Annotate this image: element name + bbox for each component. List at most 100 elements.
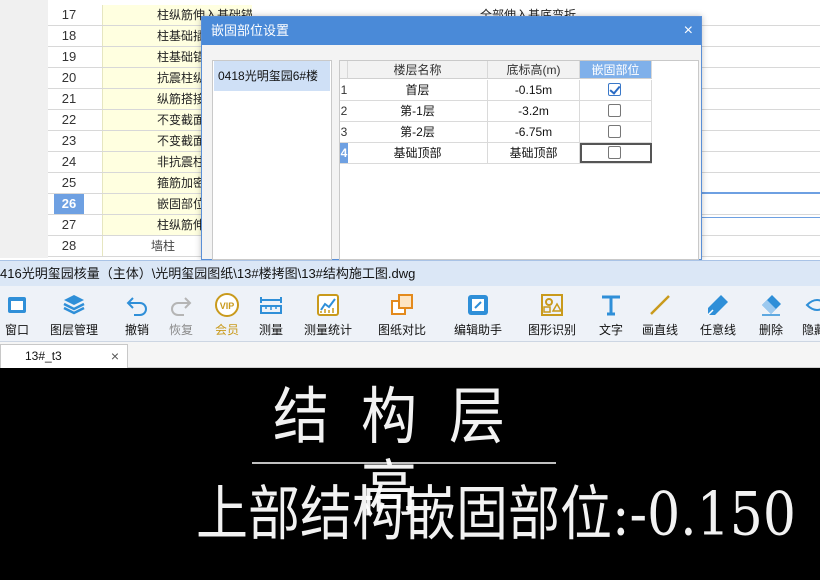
hide-button[interactable]: 隐藏 (800, 288, 820, 340)
text-icon (602, 295, 620, 316)
compare-button[interactable]: 图纸对比 (376, 288, 428, 340)
compare-label: 图纸对比 (377, 323, 426, 337)
embed-cell-focused[interactable] (580, 143, 652, 163)
edit-assistant-label: 编辑助手 (453, 323, 502, 337)
hide-label: 隐藏 (802, 323, 820, 337)
row-number: 22 (61, 112, 77, 127)
column-header-floor: 楼层名称 (348, 61, 488, 79)
row-number: 20 (61, 70, 77, 85)
floor-name: 第-2层 (348, 122, 488, 142)
row-number: 3 (340, 125, 348, 139)
embed-checkbox[interactable] (608, 146, 621, 159)
floor-name: 第-1层 (348, 101, 488, 121)
measure-button[interactable]: 测量 (254, 288, 288, 340)
embed-position-dialog: 嵌固部位设置 × 0418光明玺园6#楼 楼层名称 底标高(m) 嵌固部位 1 … (201, 16, 702, 260)
row-number: 24 (61, 154, 77, 169)
floor-name: 首层 (348, 80, 488, 100)
drawing-subtitle: 上部结构嵌固部位:-0.150 (196, 480, 796, 550)
row-number: 2 (340, 104, 348, 118)
row-number: 27 (61, 217, 77, 232)
embed-cell[interactable] (580, 122, 652, 142)
delete-button[interactable]: 删除 (754, 288, 788, 340)
freehand-icon (707, 295, 728, 316)
measure-label: 测量 (258, 323, 283, 337)
eraser-icon (762, 295, 781, 316)
vip-icon: VIP (215, 293, 239, 317)
window-label: 窗口 (4, 323, 29, 337)
row-number: 25 (61, 175, 77, 190)
line-icon (650, 295, 670, 315)
redo-button[interactable]: 恢复 (164, 288, 198, 340)
embed-cell[interactable] (580, 80, 652, 100)
vip-button[interactable]: VIP 会员 (210, 288, 244, 340)
delete-label: 删除 (758, 323, 783, 337)
file-path-bar: 416光明玺园核量（主体）\光明玺园图纸\13#楼拷图\13#结构施工图.dwg (0, 260, 820, 286)
floor-elevation[interactable]: -6.75m (488, 122, 580, 142)
freehand-button[interactable]: 任意线 (698, 288, 738, 340)
tab-document[interactable]: 13#_t3 × (0, 344, 128, 368)
row-number: 19 (61, 49, 77, 64)
floor-name: 基础顶部 (348, 143, 488, 163)
row-number: 26 (54, 194, 84, 214)
window-icon (8, 297, 26, 313)
row-number: 18 (61, 28, 77, 43)
row-number: 1 (340, 83, 348, 97)
layer-manager-button[interactable]: 图层管理 (46, 288, 102, 340)
measure-stats-button[interactable]: 测量统计 (302, 288, 354, 340)
table-gutter (0, 0, 48, 258)
draw-line-button[interactable]: 画直线 (640, 288, 680, 340)
shape-recognize-button[interactable]: 图形识别 (526, 288, 578, 340)
row-number: 17 (61, 7, 77, 22)
embed-checkbox[interactable] (608, 83, 621, 96)
tab-close-icon[interactable]: × (111, 345, 119, 367)
svg-text:VIP: VIP (220, 301, 235, 311)
draw-line-label: 画直线 (641, 323, 678, 337)
floor-elevation[interactable]: 基础顶部 (488, 143, 580, 163)
redo-label: 恢复 (168, 323, 193, 337)
floor-elevation[interactable]: -0.15m (488, 80, 580, 100)
undo-icon (126, 297, 147, 316)
undo-label: 撤销 (124, 323, 149, 337)
embed-checkbox[interactable] (608, 125, 621, 138)
tab-document-label: 13#_t3 (25, 349, 62, 363)
close-icon[interactable]: × (684, 17, 693, 45)
floor-table: 楼层名称 底标高(m) 嵌固部位 1 首层 -0.15m 2 第-1层 -3.2… (339, 60, 699, 260)
dialog-body: 0418光明玺园6#楼 楼层名称 底标高(m) 嵌固部位 1 首层 -0.15m… (202, 45, 701, 260)
embed-checkbox[interactable] (608, 104, 621, 117)
freehand-label: 任意线 (699, 323, 736, 337)
compare-icon (391, 294, 413, 315)
redo-icon (171, 297, 192, 316)
project-item[interactable]: 0418光明玺园6#楼 (214, 61, 330, 91)
undo-button[interactable]: 撤销 (120, 288, 154, 340)
dialog-titlebar[interactable]: 嵌固部位设置 × (202, 17, 701, 45)
dialog-title: 嵌固部位设置 (211, 23, 290, 38)
ruler-icon (260, 297, 282, 314)
shape-recognize-icon (541, 294, 563, 316)
embed-cell[interactable] (580, 101, 652, 121)
floor-row[interactable]: 2 第-1层 -3.2m (340, 101, 652, 122)
text-button[interactable]: 文字 (594, 288, 628, 340)
row-number: 21 (61, 91, 77, 106)
vip-label: 会员 (214, 323, 239, 337)
cad-drawing-canvas[interactable]: 结构层高 上部结构嵌固部位:-0.150 (0, 368, 820, 580)
edit-assistant-icon (468, 295, 488, 315)
floor-row[interactable]: 1 首层 -0.15m (340, 80, 652, 101)
floor-elevation[interactable]: -3.2m (488, 101, 580, 121)
selection-border (702, 192, 820, 218)
hide-icon (805, 299, 820, 311)
row-header-corner (340, 61, 348, 79)
layers-icon (63, 295, 85, 315)
project-list: 0418光明玺园6#楼 (212, 60, 332, 260)
text-label: 文字 (598, 323, 623, 337)
row-number: 23 (61, 133, 77, 148)
floor-row-current[interactable]: 4 基础顶部 基础顶部 (340, 143, 652, 164)
window-button[interactable]: 窗口 (0, 288, 34, 340)
column-header-elevation: 底标高(m) (488, 61, 580, 79)
edit-assistant-button[interactable]: 编辑助手 (452, 288, 504, 340)
column-header-embed[interactable]: 嵌固部位 (580, 61, 652, 79)
row-number: 28 (61, 238, 77, 253)
measure-stats-icon (317, 294, 339, 316)
layer-manager-label: 图层管理 (49, 323, 98, 337)
row-number: 4 (340, 143, 348, 163)
floor-row[interactable]: 3 第-2层 -6.75m (340, 122, 652, 143)
